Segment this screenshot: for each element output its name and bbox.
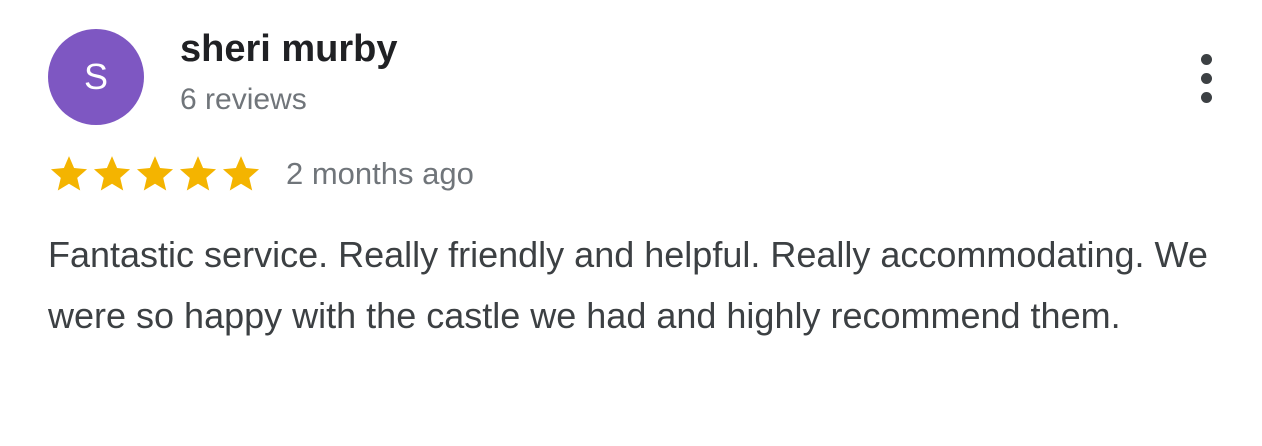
star-icon — [179, 156, 217, 191]
more-vert-icon-dot — [1200, 53, 1212, 65]
star-rating — [48, 153, 262, 195]
review-time: 2 months ago — [286, 156, 474, 191]
more-vert-icon-dot — [1200, 72, 1212, 84]
review-count: 6 reviews — [180, 83, 307, 116]
star-icon — [50, 156, 88, 191]
more-options-button[interactable] — [1182, 46, 1230, 110]
review-card: S sheri murby 6 reviews 2 months ago Fan… — [0, 0, 1262, 446]
avatar[interactable]: S — [48, 29, 144, 125]
reviewer-name[interactable]: sheri murby — [180, 28, 398, 71]
rating-row: 2 months ago — [48, 152, 474, 196]
review-text: Fantastic service. Really friendly and h… — [48, 234, 1208, 336]
star-icon — [222, 156, 260, 191]
star-icon — [93, 156, 131, 191]
avatar-initial: S — [83, 56, 108, 97]
more-vert-icon-dot — [1200, 91, 1212, 103]
star-icon — [136, 156, 174, 191]
